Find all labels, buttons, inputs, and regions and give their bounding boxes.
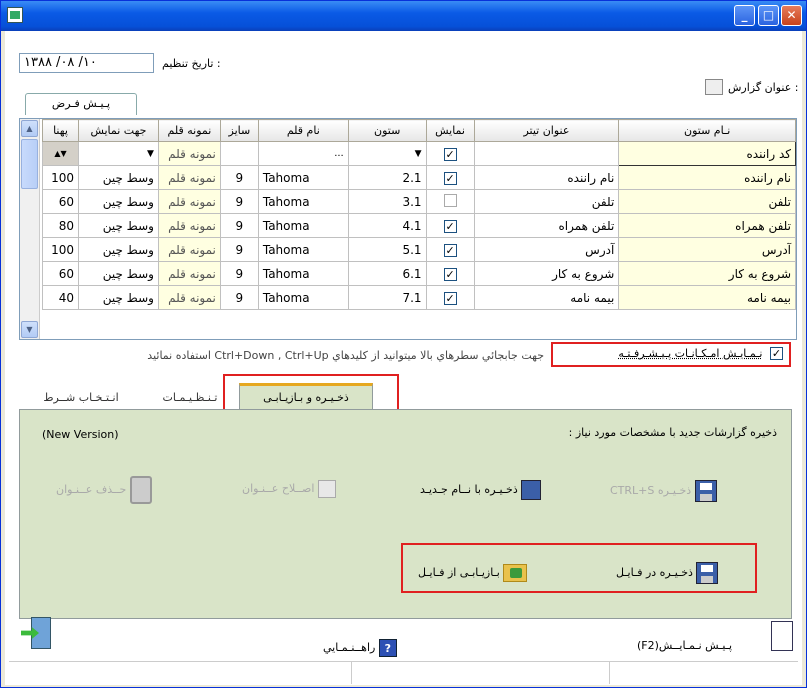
align-dropdown-icon[interactable]: ▼: [77, 141, 159, 166]
pencil-icon: [317, 480, 336, 498]
panel-header: ذخيره گزارشات جديد با مشخصات مورد نياز :: [568, 426, 777, 439]
scroll-thumb[interactable]: [21, 139, 38, 189]
title-cell[interactable]: [473, 141, 620, 166]
table-row[interactable]: ▲▼ ▼ نمونه قلم ... ▼ ✓ کد راننده: [42, 141, 796, 166]
size-cell[interactable]: [219, 141, 259, 166]
col-header-title[interactable]: عنوان تيتر: [473, 119, 620, 142]
show-checkbox[interactable]: ✓: [425, 213, 475, 238]
spinner-icon[interactable]: ▲▼: [42, 141, 79, 166]
version-label: (New Version): [42, 428, 119, 441]
advanced-option[interactable]: ✓ نـمـايـش امـکـانـات پـيـشـرفـتـه: [559, 347, 783, 360]
advanced-checkbox[interactable]: ✓: [770, 347, 783, 360]
grid-table: پهنا جهت نمايش نمونه قلم سايز نام قلم ست…: [42, 119, 796, 310]
font-sample-cell: نمونه قلم: [157, 141, 221, 166]
help-button[interactable]: ? راهــنـمـايي: [323, 639, 397, 657]
col-header-size[interactable]: سايز: [219, 119, 259, 142]
print-preview-button[interactable]: پـيـش نـمـايــش(F2): [637, 639, 732, 652]
tab-default[interactable]: پـیـش فـرض: [25, 93, 137, 115]
table-row[interactable]: 80 وسط چين نمونه قلم 9 Tahoma 4.1 ✓ تلفن…: [42, 213, 796, 238]
column-dropdown-icon[interactable]: ▼: [347, 141, 427, 166]
trash-icon: [129, 476, 152, 504]
col-header-font[interactable]: نام قلم: [257, 119, 349, 142]
col-header-column[interactable]: ستون: [347, 119, 427, 142]
table-row[interactable]: 40 وسط چين نمونه قلم 9 Tahoma 7.1 ✓ بيمه…: [42, 285, 796, 310]
report-title-label: عنوان گزارش :: [728, 81, 799, 94]
exit-door-icon[interactable]: [21, 617, 55, 651]
edit-title-button[interactable]: اصــلاح عــنـوان: [242, 480, 336, 498]
help-icon: ?: [378, 639, 397, 657]
client-area: ۱۳۸۸ /۰۸ /۱۰ تاریخ تنظیم : عنوان گزارش :…: [5, 31, 802, 685]
close-button[interactable]: ✕: [781, 5, 802, 26]
table-row[interactable]: 100 وسط چين نمونه قلم 9 Tahoma 2.1 ✓ نام…: [42, 165, 796, 190]
app-icon: [7, 7, 23, 23]
name-cell[interactable]: کد راننده: [618, 141, 796, 166]
advanced-checkbox-label: نـمـايـش امـکـانـات پـيـشـرفـتـه: [618, 347, 763, 360]
highlight-file-actions: [401, 543, 757, 593]
report-icon[interactable]: [705, 79, 723, 95]
shortcut-hint: جهت جابجائي سطرهاي بالا ميتوانيد از کليد…: [147, 349, 544, 362]
columns-grid: ▲ ▼ پهنا جهت نمايش نمونه قلم سايز نام قل…: [19, 118, 797, 340]
table-row[interactable]: 100 وسط چين نمونه قلم 9 Tahoma 5.1 ✓ آدر…: [42, 237, 796, 262]
col-header-name[interactable]: نـام ستون: [618, 119, 796, 142]
show-checkbox[interactable]: ✓: [425, 261, 475, 286]
app-window: _ □ ✕ ۱۳۸۸ /۰۸ /۱۰ تاریخ تنظیم : عنوان گ…: [0, 0, 807, 688]
highlight-save-tab: [223, 374, 399, 412]
show-checkbox[interactable]: ✓: [425, 237, 475, 262]
save-ctrl-s-button[interactable]: ذخـيـره CTRL+S: [610, 480, 717, 502]
col-header-sample[interactable]: نمونه قلم: [157, 119, 221, 142]
print-preview-icon[interactable]: [771, 621, 793, 651]
font-picker-icon[interactable]: ...: [257, 141, 349, 166]
show-checkbox[interactable]: [425, 189, 475, 214]
status-bar: [9, 661, 798, 684]
minimize-button[interactable]: _: [734, 5, 755, 26]
date-label: تاریخ تنظیم :: [162, 57, 221, 70]
col-header-align[interactable]: جهت نمايش: [77, 119, 159, 142]
table-row[interactable]: 60 وسط چين نمونه قلم 9 Tahoma 3.1 تلفن ت…: [42, 189, 796, 214]
date-input[interactable]: ۱۳۸۸ /۰۸ /۱۰: [19, 53, 154, 73]
grid-scrollbar[interactable]: ▲ ▼: [20, 119, 40, 339]
tab-settings[interactable]: تـنـظـيـمـات: [145, 387, 235, 411]
title-bar: _ □ ✕: [1, 1, 806, 31]
save-as-icon: [521, 480, 542, 500]
maximize-button[interactable]: □: [758, 5, 779, 26]
show-checkbox[interactable]: ✓: [425, 165, 475, 190]
col-header-width[interactable]: پهنا: [42, 119, 79, 142]
show-checkbox[interactable]: ✓: [425, 285, 475, 310]
table-row[interactable]: 60 وسط چين نمونه قلم 9 Tahoma 6.1 ✓ شروع…: [42, 261, 796, 286]
delete-title-button[interactable]: حــذف عــنـوان: [56, 476, 152, 504]
scroll-down-icon[interactable]: ▼: [21, 321, 38, 338]
save-new-name-button[interactable]: ذخـيـره با نــام جـديـد: [420, 480, 542, 500]
tab-condition[interactable]: انـتـخـاب شــرط: [21, 387, 141, 411]
col-header-show[interactable]: نمايش: [425, 119, 475, 142]
scroll-up-icon[interactable]: ▲: [21, 120, 38, 137]
show-checkbox[interactable]: ✓: [425, 141, 475, 166]
floppy-icon: [694, 480, 717, 502]
